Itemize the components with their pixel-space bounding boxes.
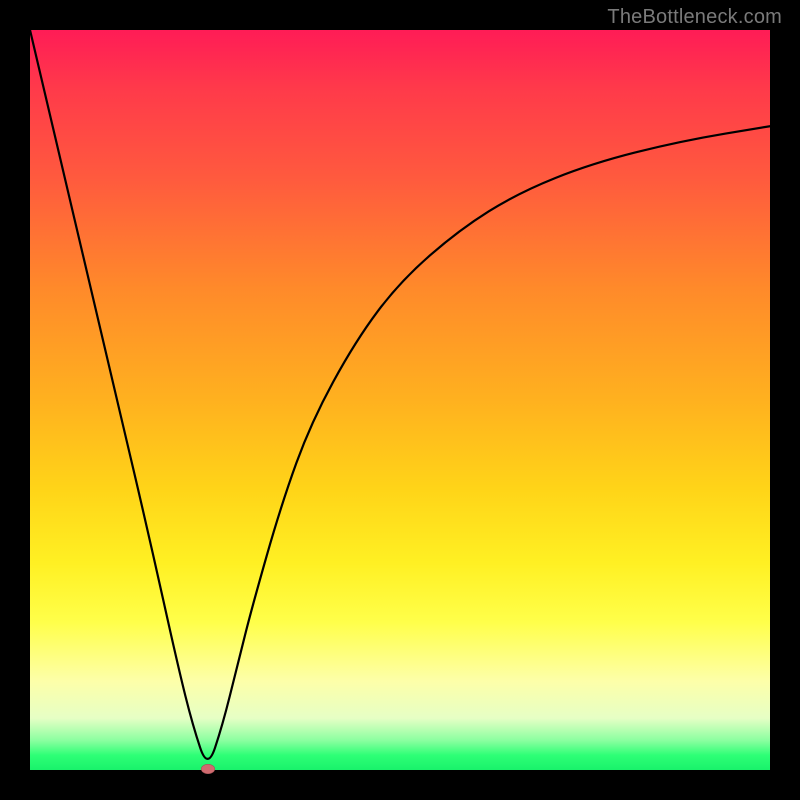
- chart-frame: TheBottleneck.com: [0, 0, 800, 800]
- watermark-text: TheBottleneck.com: [607, 6, 782, 29]
- plot-area: [30, 30, 770, 770]
- bottleneck-curve: [30, 30, 770, 770]
- curve-path: [30, 30, 770, 759]
- optimal-marker: [201, 764, 215, 774]
